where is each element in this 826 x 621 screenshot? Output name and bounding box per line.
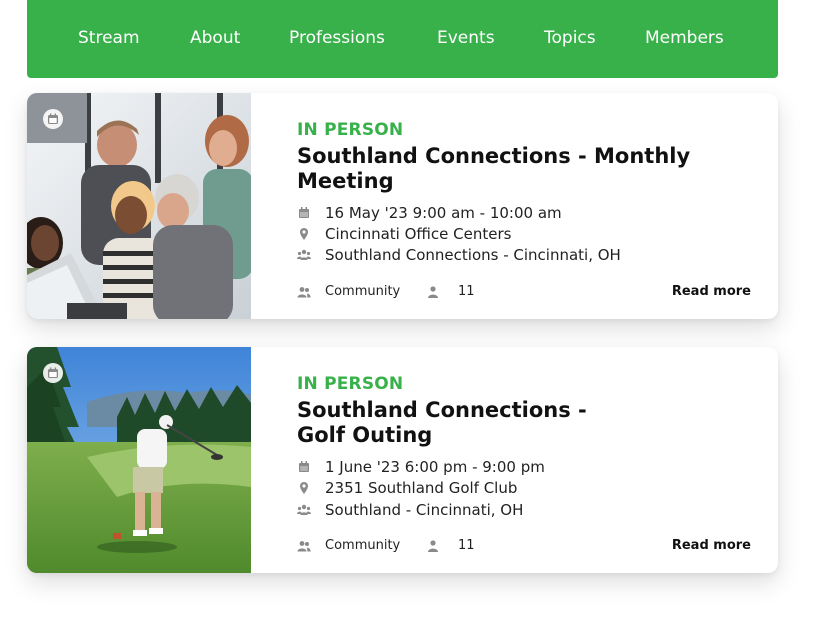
event-card[interactable]: IN PERSON Southland Connections - Golf O… <box>27 347 778 573</box>
map-pin-icon <box>300 228 308 240</box>
event-category-label: Community <box>325 284 401 299</box>
event-title[interactable]: Southland Connections - Monthly Meeting <box>297 144 717 194</box>
golf-outing-photo <box>27 347 251 573</box>
top-navigation: Stream About Professions Events Topics M… <box>27 0 778 78</box>
read-more-link[interactable]: Read more <box>672 537 751 555</box>
calendar-icon <box>43 363 63 383</box>
event-category-label: Community <box>325 538 401 553</box>
nav-item-events[interactable]: Events <box>437 27 495 49</box>
event-location-row: 2351 Southland Golf Club <box>297 478 757 498</box>
event-type-label: IN PERSON <box>297 120 404 140</box>
event-group-row: Southland - Cincinnati, OH <box>297 500 757 520</box>
calendar-icon <box>43 109 63 129</box>
person-icon <box>428 286 438 298</box>
group-icon <box>297 504 311 515</box>
event-date: 16 May '23 9:00 am - 10:00 am <box>325 204 562 222</box>
event-location: Cincinnati Office Centers <box>325 225 512 243</box>
users-icon <box>297 541 311 552</box>
event-image[interactable] <box>27 93 251 319</box>
read-more-link[interactable]: Read more <box>672 283 751 301</box>
event-attendee-count: 11 <box>458 538 475 553</box>
nav-item-professions[interactable]: Professions <box>289 27 385 49</box>
event-location: 2351 Southland Golf Club <box>325 479 518 497</box>
event-type-label: IN PERSON <box>297 374 404 394</box>
person-icon <box>428 540 438 552</box>
event-title[interactable]: Southland Connections - Golf Outing <box>297 398 597 448</box>
event-group[interactable]: Southland Connections - Cincinnati, OH <box>325 245 621 265</box>
event-date-row: 16 May '23 9:00 am - 10:00 am <box>297 203 757 223</box>
calendar-icon <box>299 461 309 472</box>
calendar-icon <box>299 207 309 218</box>
event-group[interactable]: Southland - Cincinnati, OH <box>325 500 523 520</box>
event-attendee-count: 11 <box>458 284 475 299</box>
office-meeting-photo <box>27 93 251 319</box>
event-location-row: Cincinnati Office Centers <box>297 224 757 244</box>
event-date: 1 June '23 6:00 pm - 9:00 pm <box>325 458 545 476</box>
event-date-row: 1 June '23 6:00 pm - 9:00 pm <box>297 457 757 477</box>
event-group-row: Southland Connections - Cincinnati, OH <box>297 245 757 265</box>
group-icon <box>297 249 311 260</box>
nav-item-about[interactable]: About <box>190 27 240 49</box>
nav-item-members[interactable]: Members <box>645 27 724 49</box>
event-image[interactable] <box>27 347 251 573</box>
users-icon <box>297 287 311 298</box>
nav-item-stream[interactable]: Stream <box>78 27 140 49</box>
nav-item-topics[interactable]: Topics <box>544 27 596 49</box>
map-pin-icon <box>300 482 308 494</box>
event-card[interactable]: IN PERSON Southland Connections - Monthl… <box>27 93 778 319</box>
